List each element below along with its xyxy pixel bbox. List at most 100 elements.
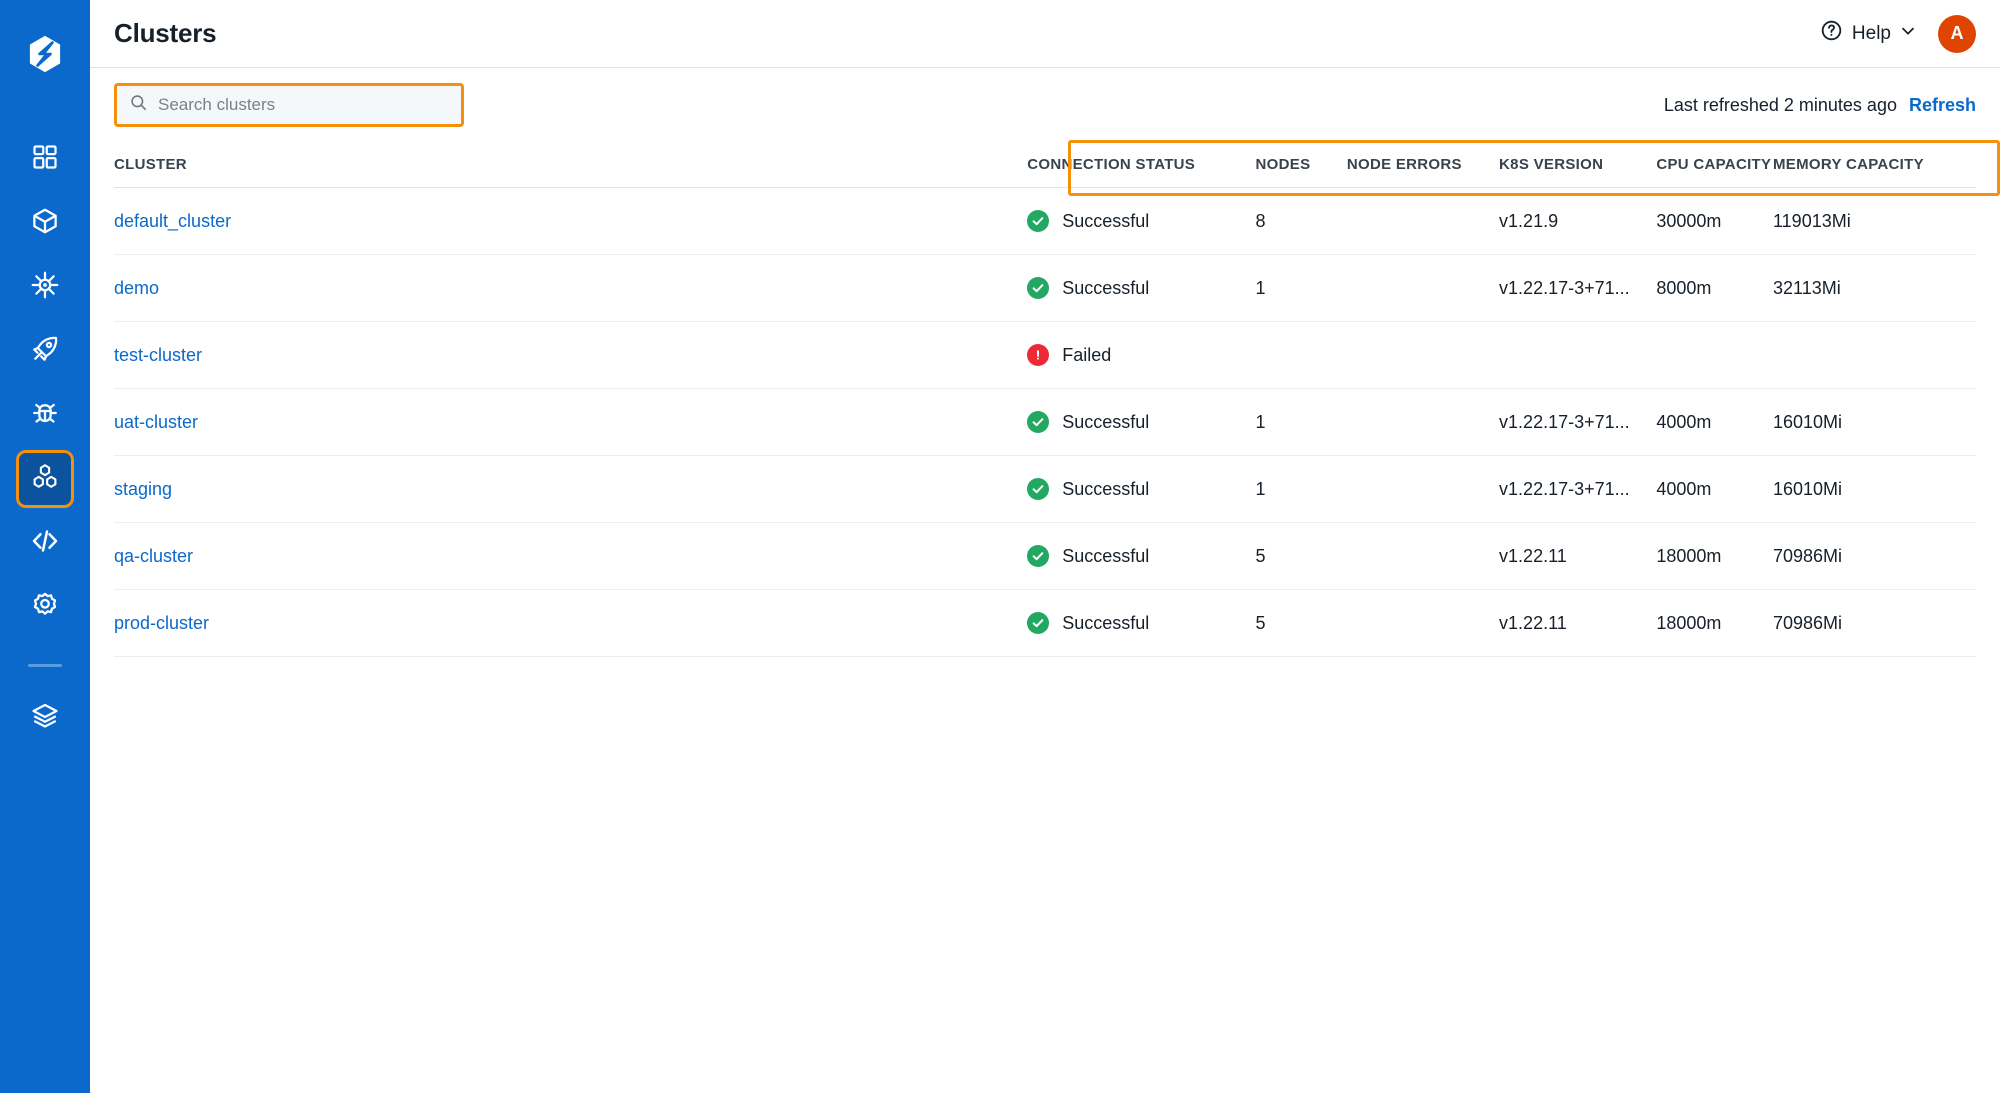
cell-cpu-capacity-value: 4000m bbox=[1656, 478, 1712, 499]
primary-sidebar bbox=[0, 0, 90, 1093]
search-clusters-box[interactable] bbox=[114, 83, 464, 127]
check-circle-icon bbox=[1027, 612, 1050, 634]
cell-cpu-capacity: 30000m bbox=[1656, 187, 1773, 255]
sidebar-item-debug[interactable] bbox=[16, 386, 74, 444]
chevron-down-icon bbox=[1900, 23, 1916, 45]
cell-k8s-version: v1.22.17-3+71... bbox=[1499, 388, 1657, 456]
cell-node-errors bbox=[1346, 522, 1500, 590]
search-icon bbox=[129, 93, 148, 117]
sidebar-divider bbox=[28, 664, 62, 667]
cluster-name-link[interactable]: uat-cluster bbox=[114, 412, 198, 432]
status-label: Successful bbox=[1062, 612, 1150, 633]
status-badge: Successful bbox=[1027, 210, 1255, 232]
table-row[interactable]: default_cluster Successful 8 v1.21.9 30000m 1… bbox=[114, 187, 1976, 255]
column-header-node-errors[interactable]: NODE ERRORS bbox=[1346, 142, 1500, 188]
column-header-connection-status[interactable]: CONNECTION STATUS bbox=[1027, 142, 1256, 188]
clusters-table-body: default_cluster Successful 8 v1.21.9 30000m 1… bbox=[114, 187, 1976, 657]
sidebar-item-stacks[interactable] bbox=[16, 689, 74, 747]
cell-cpu-capacity-value: 4000m bbox=[1656, 411, 1712, 432]
status-badge: Successful bbox=[1027, 478, 1255, 500]
cell-memory-capacity: 119013Mi bbox=[1773, 187, 1976, 255]
last-refreshed-text: Last refreshed 2 minutes ago bbox=[1663, 94, 1897, 115]
cell-k8s-version-value: v1.21.9 bbox=[1499, 210, 1559, 231]
cell-memory-capacity-value: 32113Mi bbox=[1773, 277, 1841, 298]
app-logo[interactable] bbox=[17, 26, 73, 82]
cell-nodes-value: 1 bbox=[1255, 478, 1266, 499]
sidebar-item-clusters[interactable] bbox=[16, 450, 74, 508]
sidebar-item-settings[interactable] bbox=[16, 578, 74, 636]
cell-cluster: staging bbox=[114, 455, 1028, 523]
cell-k8s-version-value: v1.22.17-3+71... bbox=[1499, 277, 1630, 298]
cluster-name-link[interactable]: demo bbox=[114, 278, 159, 298]
cluster-name-link[interactable]: default_cluster bbox=[114, 211, 231, 231]
column-header-cpu-capacity[interactable]: CPU CAPACITY bbox=[1656, 142, 1773, 188]
sidebar-item-observe[interactable] bbox=[16, 258, 74, 316]
bug-icon bbox=[30, 398, 60, 433]
check-circle-icon bbox=[1027, 411, 1050, 433]
cell-k8s-version-value: v1.22.17-3+71... bbox=[1499, 411, 1630, 432]
help-menu-button[interactable]: Help bbox=[1820, 19, 1916, 48]
cell-k8s-version-value: v1.22.17-3+71... bbox=[1499, 478, 1630, 499]
check-circle-icon bbox=[1027, 277, 1050, 299]
cell-node-errors bbox=[1346, 455, 1500, 523]
column-header-memory-capacity[interactable]: MEMORY CAPACITY bbox=[1773, 142, 1976, 188]
cell-nodes: 1 bbox=[1255, 455, 1347, 523]
code-brackets-icon bbox=[30, 526, 60, 561]
sidebar-item-deploy[interactable] bbox=[16, 322, 74, 380]
column-header-k8s-version[interactable]: K8S VERSION bbox=[1499, 142, 1657, 188]
cell-nodes: 5 bbox=[1255, 522, 1347, 590]
status-label: Successful bbox=[1062, 411, 1150, 432]
cluster-name-link[interactable]: prod-cluster bbox=[114, 613, 209, 633]
cell-nodes: 1 bbox=[1255, 388, 1347, 456]
cell-cluster: test-cluster bbox=[114, 321, 1028, 389]
app-root: Clusters Help A Search clusters Last ref… bbox=[0, 0, 2000, 1093]
sidebar-item-code[interactable] bbox=[16, 514, 74, 572]
table-row[interactable]: uat-cluster Successful 1 v1.22.17-3+71... 40… bbox=[114, 388, 1976, 456]
cell-connection-status: Failed bbox=[1027, 321, 1256, 389]
sidebar-item-dashboard[interactable] bbox=[16, 130, 74, 188]
grid-squares-icon bbox=[31, 143, 59, 176]
helm-wheel-icon bbox=[30, 270, 60, 305]
cell-k8s-version-value: v1.22.11 bbox=[1499, 612, 1567, 633]
cell-node-errors bbox=[1346, 589, 1500, 657]
cell-cluster: prod-cluster bbox=[114, 589, 1028, 657]
toolbar-row: Last refreshed 2 minutes ago Refresh bbox=[90, 68, 2000, 142]
clusters-table-head: CLUSTER CONNECTION STATUS NODES NODE ERR… bbox=[114, 142, 1976, 188]
cell-cpu-capacity: 18000m bbox=[1656, 589, 1773, 657]
column-header-cluster[interactable]: CLUSTER bbox=[114, 142, 1028, 188]
table-row[interactable]: staging Successful 1 v1.22.17-3+71... 4000m 1… bbox=[114, 455, 1976, 523]
status-badge: Successful bbox=[1027, 612, 1255, 634]
layers-icon bbox=[30, 701, 60, 736]
cell-connection-status: Successful bbox=[1027, 254, 1256, 322]
cell-memory-capacity: 16010Mi bbox=[1773, 455, 1976, 523]
column-header-nodes[interactable]: NODES bbox=[1255, 142, 1347, 188]
cell-nodes: 1 bbox=[1255, 254, 1347, 322]
cluster-name-link[interactable]: staging bbox=[114, 479, 172, 499]
cell-k8s-version: v1.21.9 bbox=[1499, 187, 1657, 255]
refresh-button[interactable]: Refresh bbox=[1909, 95, 1976, 116]
avatar[interactable]: A bbox=[1938, 14, 1976, 53]
help-menu-label: Help bbox=[1851, 22, 1891, 44]
cell-node-errors bbox=[1346, 388, 1500, 456]
table-row[interactable]: demo Successful 1 v1.22.17-3+71... 8000m 3211… bbox=[114, 254, 1976, 322]
cluster-name-link[interactable]: qa-cluster bbox=[114, 546, 193, 566]
cell-k8s-version: v1.22.17-3+71... bbox=[1499, 455, 1657, 523]
status-badge: Successful bbox=[1027, 545, 1255, 567]
status-label: Successful bbox=[1062, 545, 1150, 566]
cell-cpu-capacity-value: 18000m bbox=[1656, 612, 1722, 633]
sidebar-item-applications[interactable] bbox=[16, 194, 74, 252]
cell-nodes-value: 8 bbox=[1255, 210, 1266, 231]
cell-connection-status: Successful bbox=[1027, 589, 1256, 657]
cell-cpu-capacity: 18000m bbox=[1656, 522, 1773, 590]
table-row[interactable]: prod-cluster Successful 5 v1.22.11 18000m 709… bbox=[114, 589, 1976, 657]
page-title: Clusters bbox=[114, 18, 217, 48]
table-row[interactable]: test-cluster Failed bbox=[114, 321, 1976, 389]
table-row[interactable]: qa-cluster Successful 5 v1.22.11 18000m 70986… bbox=[114, 522, 1976, 590]
top-bar: Clusters Help A bbox=[90, 0, 2000, 68]
cluster-name-link[interactable]: test-cluster bbox=[114, 345, 202, 365]
avatar-initial: A bbox=[1950, 23, 1964, 43]
search-input[interactable] bbox=[158, 95, 449, 115]
cell-nodes bbox=[1255, 321, 1347, 389]
cell-connection-status: Successful bbox=[1027, 388, 1256, 456]
cell-connection-status: Successful bbox=[1027, 187, 1256, 255]
